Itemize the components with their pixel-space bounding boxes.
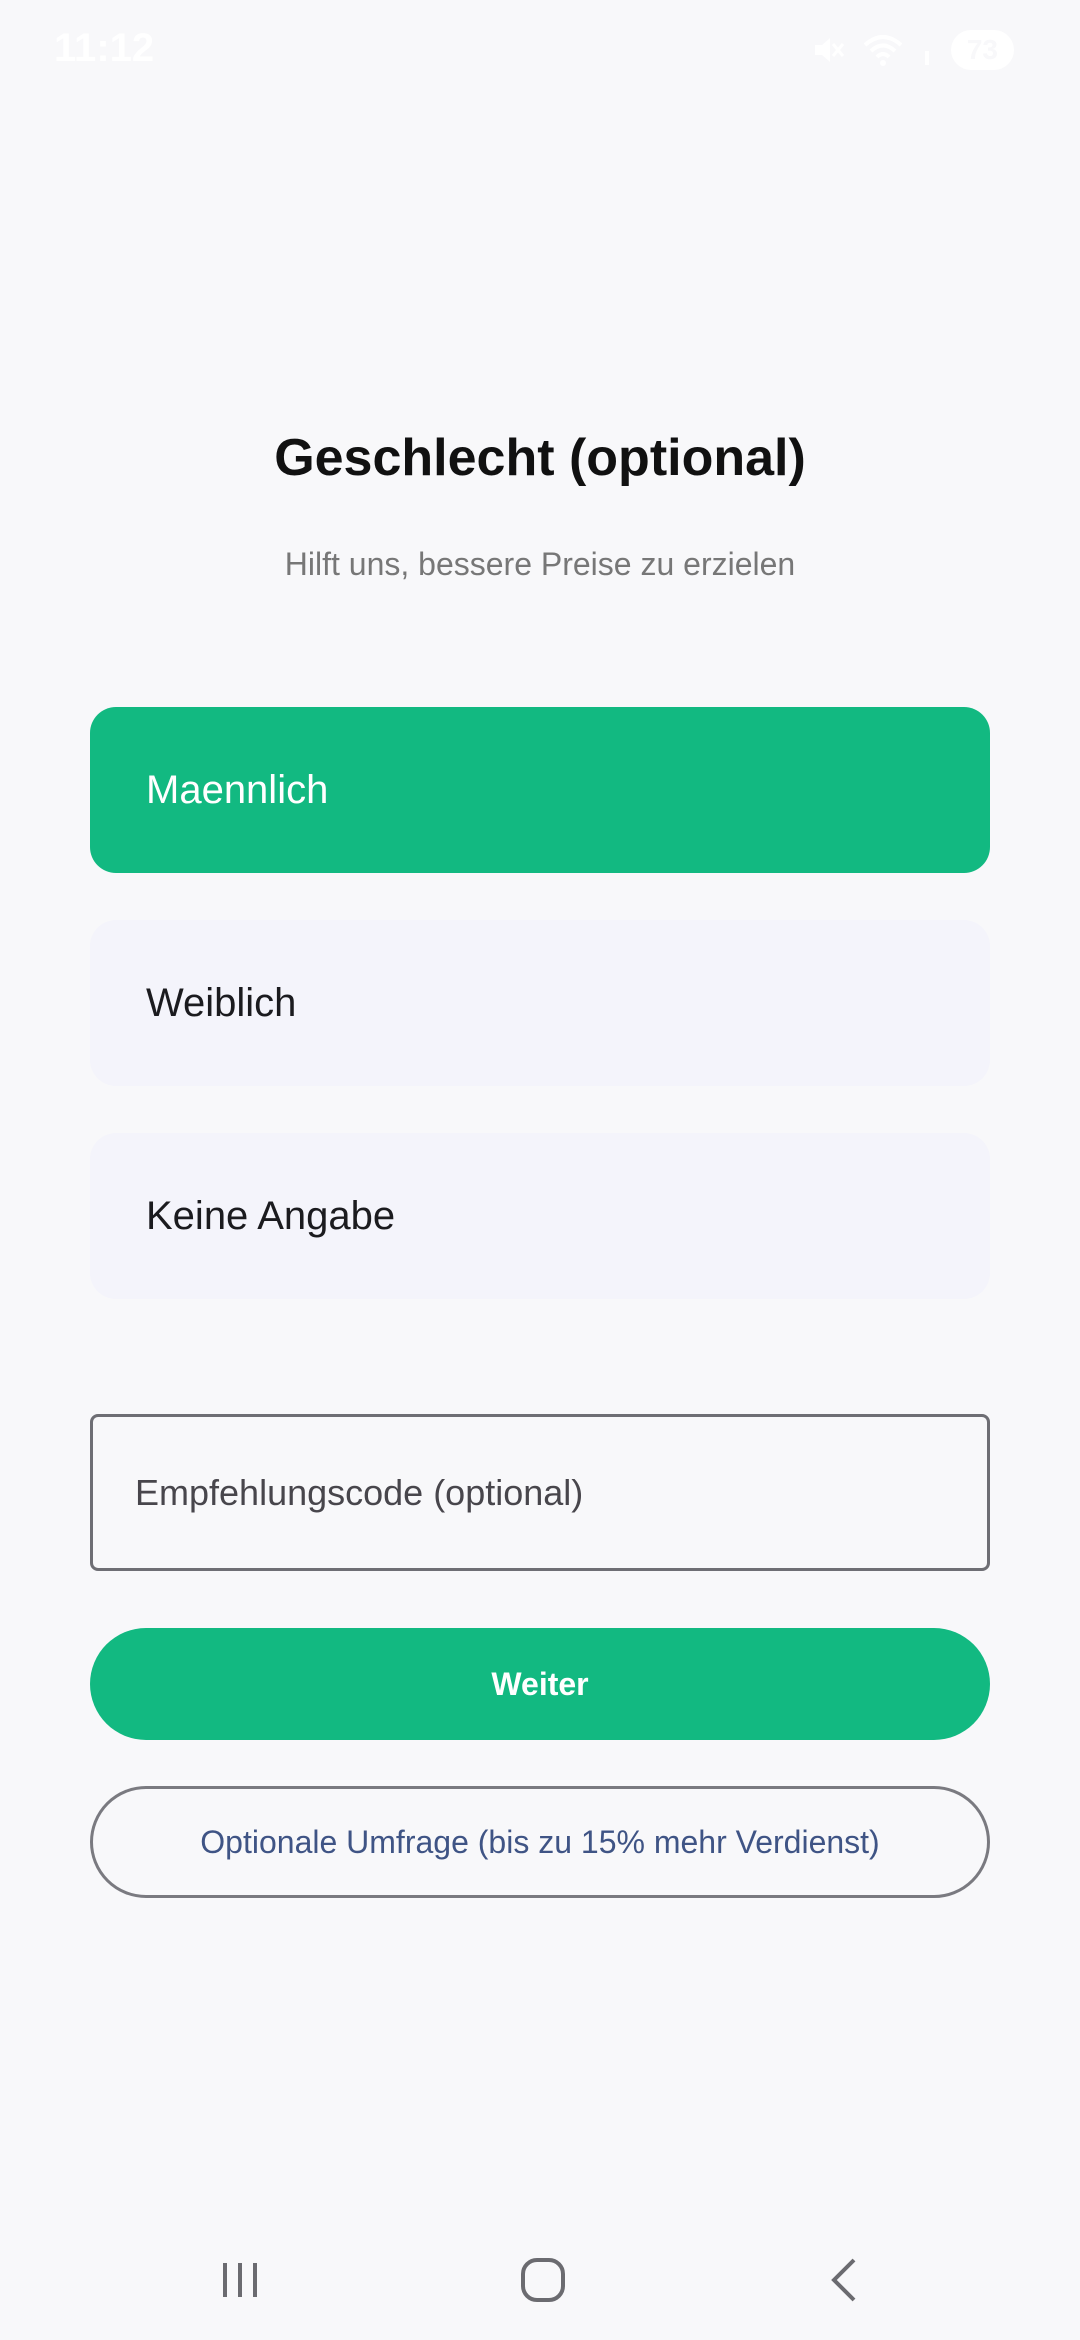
back-icon[interactable] [805,2240,885,2320]
option-female-label: Weiblich [146,980,297,1025]
home-icon[interactable] [503,2240,583,2320]
referral-code-input[interactable] [90,1414,990,1571]
survey-button[interactable]: Optionale Umfrage (bis zu 15% mehr Verdi… [90,1786,990,1898]
status-time: 11:12 [54,26,155,70]
status-bar: 11:12 73 [0,0,1080,100]
option-female[interactable]: Weiblich [90,920,990,1086]
wifi-icon [863,33,903,67]
mute-icon [811,33,845,67]
option-male-label: Maennlich [146,767,329,812]
page-title: Geschlecht (optional) [274,429,806,487]
signal-icon [921,33,933,67]
option-no-answer[interactable]: Keine Angabe [90,1133,990,1299]
battery-icon: 73 [950,30,1014,70]
option-male[interactable]: Maennlich [90,707,990,873]
page-subtitle: Hilft uns, bessere Preise zu erzielen [284,546,796,582]
status-icons: 73 [811,30,1014,70]
navigation-bar [0,2220,1080,2340]
recents-icon[interactable] [200,2240,280,2320]
option-no-answer-label: Keine Angabe [146,1193,396,1238]
next-button[interactable]: Weiter [90,1628,990,1740]
